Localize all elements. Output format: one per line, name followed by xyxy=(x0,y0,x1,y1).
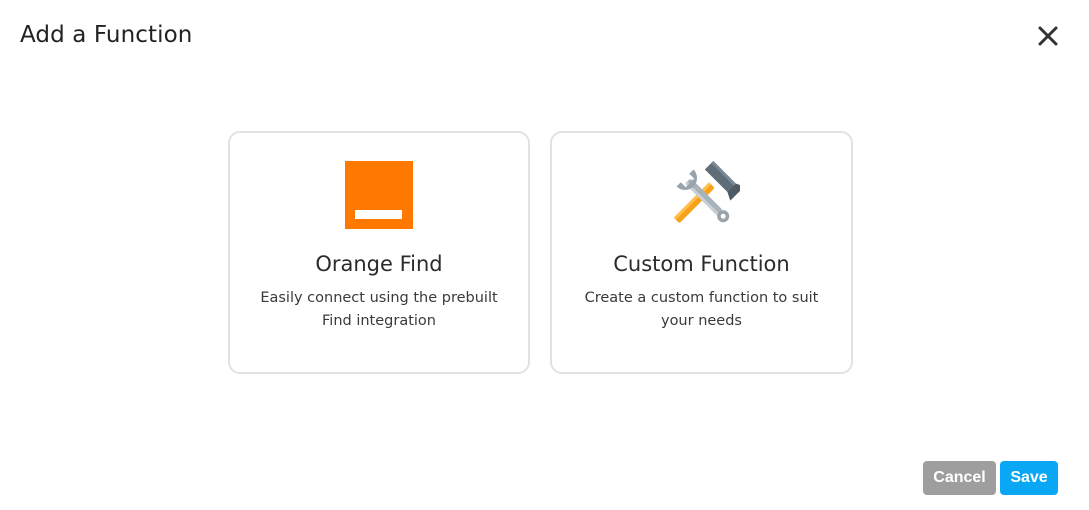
card-title: Custom Function xyxy=(613,252,790,276)
add-function-dialog: Add a Function Orange Find Easily connec… xyxy=(0,0,1089,510)
orange-logo-icon xyxy=(341,161,417,229)
close-button[interactable] xyxy=(1034,22,1062,50)
function-options: Orange Find Easily connect using the pre… xyxy=(228,131,853,374)
close-icon xyxy=(1034,22,1062,50)
cancel-button[interactable]: Cancel xyxy=(923,461,996,495)
wrench-hammer-icon xyxy=(664,161,740,229)
save-button[interactable]: Save xyxy=(1000,461,1058,495)
custom-function-card[interactable]: Custom Function Create a custom function… xyxy=(550,131,853,374)
orange-find-card[interactable]: Orange Find Easily connect using the pre… xyxy=(228,131,530,374)
dialog-title: Add a Function xyxy=(20,22,193,48)
card-title: Orange Find xyxy=(315,252,443,276)
card-description: Create a custom function to suit your ne… xyxy=(584,290,819,329)
card-description: Easily connect using the prebuilt Find i… xyxy=(260,290,498,329)
